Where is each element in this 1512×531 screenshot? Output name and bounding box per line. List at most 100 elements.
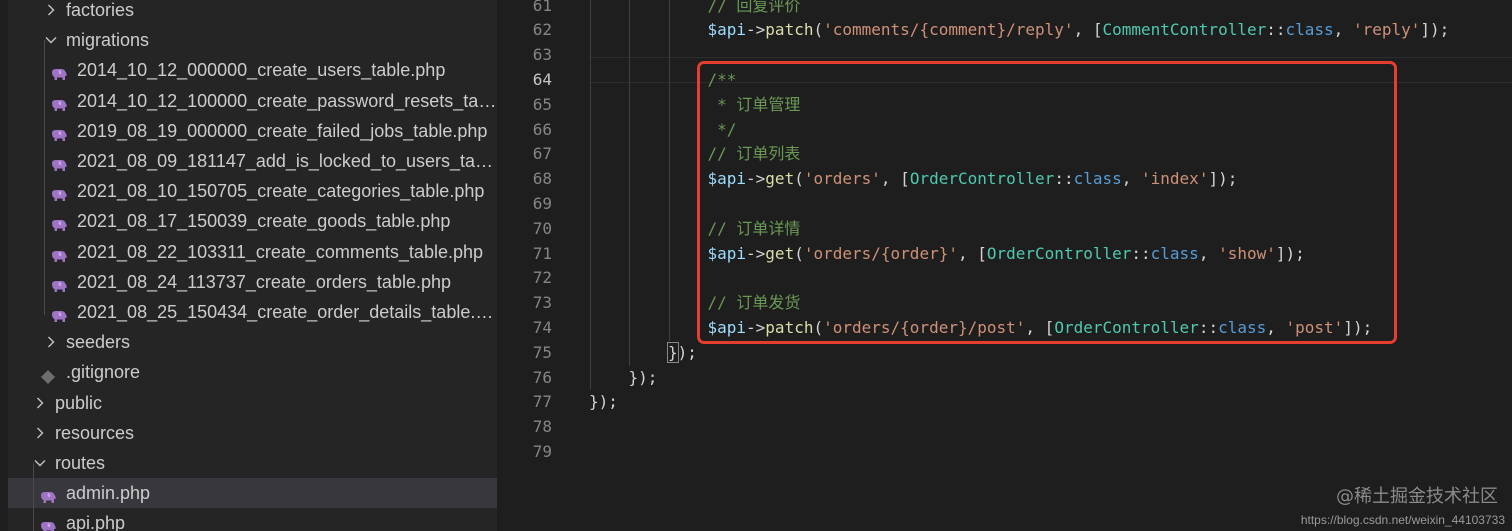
- line-number: 78: [532, 417, 552, 437]
- tree-item-label: api.php: [66, 513, 126, 531]
- git-icon: [39, 364, 57, 385]
- activity-strip: [0, 0, 8, 531]
- tree-folder[interactable]: seeders: [8, 327, 497, 357]
- code-token: ]);: [1420, 20, 1450, 40]
- indent-guide: [668, 0, 670, 341]
- php-elephant-icon: [50, 304, 68, 322]
- line-number: 77: [532, 392, 552, 412]
- code-line[interactable]: });: [667, 341, 697, 366]
- chevron-right-icon: [34, 388, 48, 418]
- php-elephant-icon: [50, 213, 68, 232]
- line-number: 75: [532, 342, 552, 362]
- chevron-right-icon: [45, 0, 59, 25]
- code-token: });: [628, 367, 658, 387]
- line-number: 72: [532, 268, 552, 288]
- chevron-down-icon: [34, 448, 48, 478]
- code-editor[interactable]: 61 62 63 64 65 66 67 68 69 70 71 72 73 74 75 76 77 78 79 /…: [497, 0, 1512, 531]
- tree-item-label: 2021_08_22_103311_create_comments_table.…: [77, 241, 483, 262]
- line-number: 74: [532, 317, 552, 337]
- tree-folder[interactable]: factories: [8, 0, 497, 25]
- chevron-down-icon: [45, 25, 59, 55]
- tree-folder[interactable]: public: [8, 388, 497, 418]
- line-number: 71: [532, 243, 552, 263]
- code-token: });: [589, 392, 618, 412]
- tree-item-label: 2019_08_19_000000_create_failed_jobs_tab…: [77, 120, 488, 141]
- code-token: 'comments/{comment}/reply': [823, 20, 1074, 40]
- code-token: );: [677, 342, 697, 362]
- tree-file[interactable]: 2021_08_10_150705_create_categories_tabl…: [8, 176, 497, 206]
- line-number: 70: [532, 218, 552, 238]
- php-elephant-icon: [50, 62, 68, 81]
- tree-item-label: 2014_10_12_000000_create_users_table.php: [77, 60, 446, 81]
- tree-item-label: 2021_08_24_113737_create_orders_table.ph…: [77, 271, 451, 292]
- tree-item-label: migrations: [66, 30, 150, 51]
- code-line[interactable]: $api->patch('comments/{comment}/reply', …: [708, 18, 1450, 43]
- tree-file[interactable]: .gitignore: [8, 357, 497, 387]
- tree-folder[interactable]: routes: [8, 448, 497, 478]
- indent-guide: [589, 0, 591, 391]
- code-token: (: [813, 20, 824, 40]
- php-elephant-icon: [50, 274, 68, 292]
- php-elephant-icon: [50, 93, 68, 111]
- line-number: 63: [532, 45, 552, 65]
- code-line[interactable]: // 回复评价: [708, 0, 801, 18]
- tree-item-label: resources: [55, 422, 135, 443]
- code-token: CommentController: [1102, 20, 1267, 40]
- code-line[interactable]: });: [629, 366, 658, 391]
- line-number-gutter: 61 62 63 64 65 66 67 68 69 70 71 72 73 74 75 76 77 78 79: [497, 0, 557, 531]
- php-elephant-icon: [39, 515, 57, 531]
- tree-file[interactable]: 2021_08_25_150434_create_order_details_t…: [8, 297, 497, 327]
- chevron-right-icon: [34, 418, 48, 448]
- php-elephant-icon: [50, 123, 68, 141]
- line-number: 66: [532, 119, 552, 139]
- tree-file[interactable]: 2019_08_19_000000_create_failed_jobs_tab…: [8, 116, 497, 146]
- code-token: class: [1285, 20, 1334, 40]
- tree-item-label: 2021_08_09_181147_add_is_locked_to_users…: [77, 151, 497, 171]
- tree-file[interactable]: 2021_08_24_113737_create_orders_table.ph…: [8, 267, 497, 297]
- indent-guide: [629, 0, 630, 366]
- watermark-text: @稀土掘金技术社区: [1336, 486, 1498, 507]
- tree-file[interactable]: 2021_08_09_181147_add_is_locked_to_users…: [8, 146, 497, 176]
- tree-file[interactable]: 2021_08_17_150039_create_goods_table.php: [8, 206, 497, 236]
- chevron-right-icon: [45, 327, 59, 357]
- code-token: // 回复评价: [707, 0, 801, 15]
- php-elephant-icon: [50, 183, 68, 202]
- tree-item-label: .gitignore: [66, 362, 141, 383]
- tree-file[interactable]: 2021_08_22_103311_create_comments_table.…: [8, 237, 497, 267]
- tree-item-label: 2021_08_17_150039_create_goods_table.php: [77, 211, 451, 232]
- php-elephant-icon: [50, 244, 68, 262]
- code-token: patch: [765, 20, 814, 40]
- php-elephant-icon: [39, 485, 57, 504]
- tree-file[interactable]: 2014_10_12_100000_create_password_resets…: [8, 86, 497, 116]
- tree-folder[interactable]: migrations: [8, 25, 497, 55]
- line-number: 68: [532, 169, 552, 189]
- tree-file[interactable]: admin.php: [8, 478, 497, 509]
- line-number: 64: [532, 69, 552, 89]
- code-token: 'reply': [1352, 20, 1421, 40]
- line-number: 76: [532, 367, 552, 387]
- tree-indent-guide: [44, 40, 45, 315]
- tree-item-label: 2021_08_10_150705_create_categories_tabl…: [77, 181, 485, 202]
- code-token: $api: [707, 20, 747, 40]
- line-number: 79: [532, 441, 552, 461]
- tree-folder[interactable]: resources: [8, 418, 497, 448]
- tree-file[interactable]: api.php: [8, 508, 497, 531]
- tree-item-label: admin.php: [66, 483, 151, 504]
- annotation-highlight-box: [697, 61, 1397, 344]
- code-token: ->: [746, 20, 766, 40]
- tree-indent-guide: [33, 463, 34, 531]
- tree-item-label: routes: [55, 453, 106, 473]
- tree-item-label: public: [55, 392, 103, 413]
- tree-item-label: 2014_10_12_100000_create_password_resets…: [77, 90, 497, 111]
- line-number: 61: [532, 0, 552, 15]
- line-number: 65: [532, 94, 552, 114]
- watermark-url: https://blog.csdn.net/weixin_44103733: [1300, 513, 1505, 527]
- code-token: , [: [1073, 20, 1103, 40]
- code-line[interactable]: });: [589, 390, 618, 415]
- tree-item-label: factories: [66, 0, 135, 20]
- tree-item-label: seeders: [66, 332, 131, 353]
- php-elephant-icon: [50, 153, 68, 171]
- tree-file[interactable]: 2014_10_12_000000_create_users_table.php: [8, 55, 497, 85]
- line-number: 69: [532, 193, 552, 213]
- file-explorer: factories migrations 2014_10_12_000000_cre…: [0, 0, 497, 531]
